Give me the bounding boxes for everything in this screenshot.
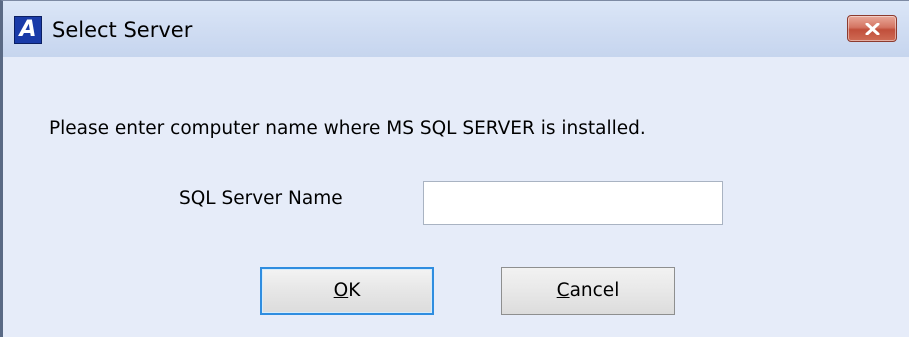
close-icon (865, 23, 880, 35)
cancel-button-label-rest: ancel (569, 280, 620, 301)
ok-button-label-rest: K (348, 280, 361, 301)
ok-button-mnemonic: O (333, 280, 349, 301)
window-title: Select Server (52, 18, 193, 42)
close-button[interactable] (847, 15, 897, 42)
title-bar[interactable]: A Select Server (3, 1, 909, 57)
server-name-input[interactable] (423, 181, 723, 225)
dialog-body: Please enter computer name where MS SQL … (3, 57, 909, 338)
ok-button[interactable]: OK (260, 267, 434, 315)
cancel-button-mnemonic: C (556, 280, 570, 301)
cancel-button[interactable]: Cancel (501, 267, 675, 315)
select-server-dialog: A Select Server Please enter computer na… (0, 0, 909, 337)
instruction-message: Please enter computer name where MS SQL … (49, 118, 646, 139)
app-logo-icon: A (14, 16, 42, 44)
server-name-label: SQL Server Name (179, 188, 343, 209)
